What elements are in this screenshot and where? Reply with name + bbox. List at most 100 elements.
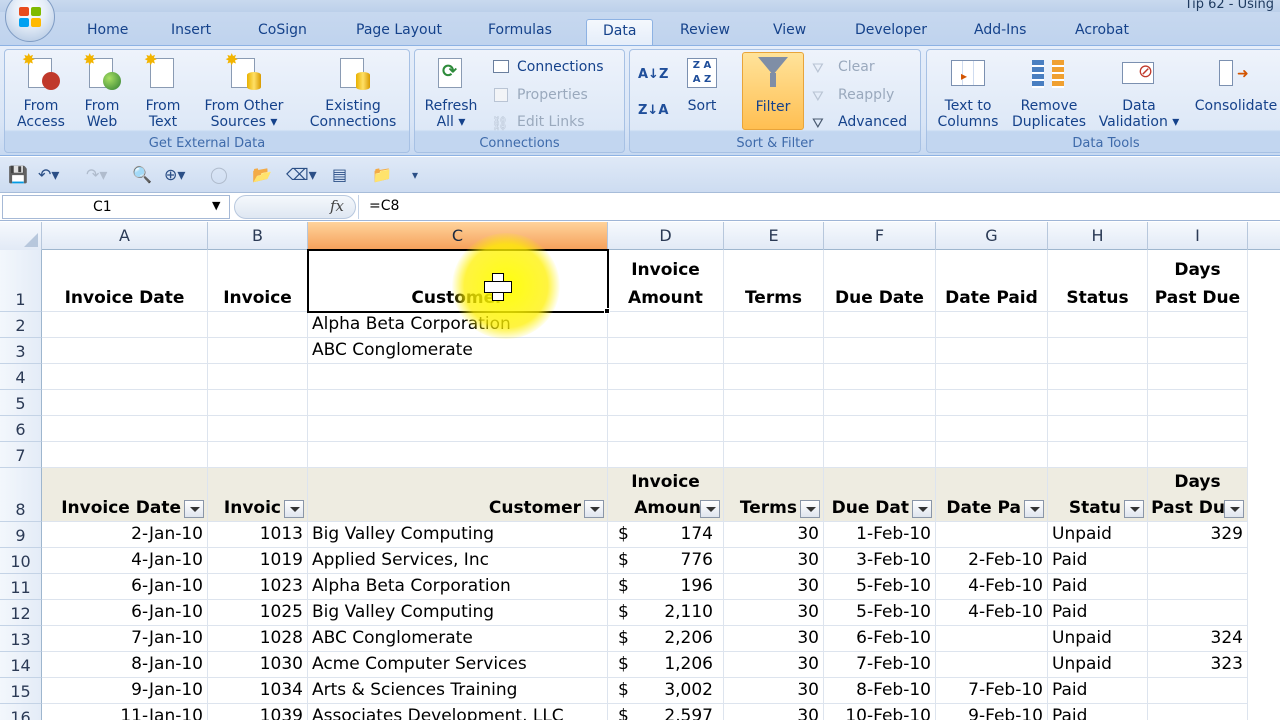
date-paid-cell[interactable]: 2-Feb-10: [936, 548, 1048, 574]
invoice-date-cell[interactable]: 2-Jan-10: [42, 522, 208, 548]
due-date-cell[interactable]: 7-Feb-10: [824, 652, 936, 678]
cell[interactable]: [1048, 416, 1148, 442]
due-date-cell[interactable]: 10-Feb-10: [824, 704, 936, 720]
due-date-cell[interactable]: 6-Feb-10: [824, 626, 936, 652]
filter-dropdown-icon[interactable]: [1124, 500, 1144, 518]
date-paid-cell[interactable]: [936, 626, 1048, 652]
clear-filter-button[interactable]: ⛛ Clear: [812, 56, 875, 78]
invoice-number-cell[interactable]: 1039: [208, 704, 308, 720]
insert-function-icon[interactable]: fx: [330, 197, 344, 215]
filter-dropdown-icon[interactable]: [700, 500, 720, 518]
edit-links-button[interactable]: ⛓ Edit Links: [491, 111, 585, 133]
cell[interactable]: [208, 442, 308, 468]
customer-cell[interactable]: Applied Services, Inc: [308, 548, 608, 574]
cell[interactable]: [1148, 364, 1248, 390]
cell[interactable]: [208, 390, 308, 416]
cell[interactable]: [308, 364, 608, 390]
amount-cell[interactable]: $2,110: [608, 600, 724, 626]
cell[interactable]: [208, 312, 308, 338]
days-past-due-cell[interactable]: [1148, 704, 1248, 720]
customer-cell[interactable]: Big Valley Computing: [308, 522, 608, 548]
row-header-4[interactable]: 4: [0, 364, 42, 390]
binoculars-icon[interactable]: ⊕▾: [164, 165, 185, 185]
header-cell-f[interactable]: Due Date: [824, 250, 936, 312]
save-icon[interactable]: 💾: [8, 165, 28, 185]
row-header-2[interactable]: 2: [0, 312, 42, 338]
status-cell[interactable]: Paid: [1048, 704, 1148, 720]
row-header-6[interactable]: 6: [0, 416, 42, 442]
row-header-13[interactable]: 13: [0, 626, 42, 652]
cell[interactable]: [936, 338, 1048, 364]
invoice-number-cell[interactable]: 1025: [208, 600, 308, 626]
column-header-d[interactable]: D: [608, 222, 724, 250]
from-text-button[interactable]: ✸ From Text: [139, 52, 187, 131]
cell[interactable]: [824, 338, 936, 364]
column-header-c[interactable]: C: [308, 222, 608, 250]
invoice-date-cell[interactable]: 8-Jan-10: [42, 652, 208, 678]
invoice-date-cell[interactable]: 6-Jan-10: [42, 600, 208, 626]
invoice-number-cell[interactable]: 1013: [208, 522, 308, 548]
cell[interactable]: [724, 364, 824, 390]
cell[interactable]: [608, 312, 724, 338]
terms-cell[interactable]: 30: [724, 678, 824, 704]
column-header-h[interactable]: H: [1048, 222, 1148, 250]
filter-dropdown-icon[interactable]: [800, 500, 820, 518]
cell[interactable]: [608, 364, 724, 390]
days-past-due-cell[interactable]: [1148, 574, 1248, 600]
amount-cell[interactable]: $1,206: [608, 652, 724, 678]
cell[interactable]: [42, 416, 208, 442]
row-header-12[interactable]: 12: [0, 600, 42, 626]
cell[interactable]: [308, 442, 608, 468]
column-header-f[interactable]: F: [824, 222, 936, 250]
print-preview-icon[interactable]: 🔍: [132, 165, 152, 185]
cell[interactable]: [1048, 390, 1148, 416]
row-header-7[interactable]: 7: [0, 442, 42, 468]
cell[interactable]: [1048, 364, 1148, 390]
header-cell-e[interactable]: Terms: [724, 250, 824, 312]
select-all-corner[interactable]: [0, 222, 42, 250]
fill-handle[interactable]: [604, 308, 610, 314]
cell[interactable]: [936, 416, 1048, 442]
header-cell-d[interactable]: Invoice Amount: [608, 250, 724, 312]
cell[interactable]: [936, 312, 1048, 338]
cell[interactable]: [1048, 338, 1148, 364]
customize-toolbar-icon[interactable]: ▾: [412, 165, 418, 185]
cell[interactable]: [936, 364, 1048, 390]
terms-cell[interactable]: 30: [724, 574, 824, 600]
folder-icon[interactable]: 📁: [372, 165, 392, 185]
from-access-button[interactable]: ✸ From Access: [13, 52, 69, 131]
status-cell[interactable]: Unpaid: [1048, 652, 1148, 678]
existing-connections-button[interactable]: Existing Connections: [303, 54, 403, 130]
header-cell-g[interactable]: Date Paid: [936, 250, 1048, 312]
row-header-10[interactable]: 10: [0, 548, 42, 574]
invoice-date-cell[interactable]: 4-Jan-10: [42, 548, 208, 574]
days-past-due-cell[interactable]: [1148, 600, 1248, 626]
amount-cell[interactable]: $776: [608, 548, 724, 574]
cell[interactable]: [1148, 416, 1248, 442]
invoice-number-cell[interactable]: 1023: [208, 574, 308, 600]
column-header-i[interactable]: I: [1148, 222, 1248, 250]
row-header-16[interactable]: 16: [0, 704, 42, 720]
filter-dropdown-icon[interactable]: [1024, 500, 1044, 518]
cell[interactable]: [724, 338, 824, 364]
status-cell[interactable]: Unpaid: [1048, 522, 1148, 548]
consolidate-button[interactable]: ➜ Consolidate: [1191, 54, 1280, 114]
cell[interactable]: [608, 390, 724, 416]
invoice-date-cell[interactable]: 7-Jan-10: [42, 626, 208, 652]
filter-button[interactable]: Filter: [742, 52, 804, 130]
customer-cell[interactable]: ABC Conglomerate: [308, 626, 608, 652]
undo-icon[interactable]: ↶▾: [38, 165, 59, 185]
header-cell-b[interactable]: Invoice: [208, 250, 308, 312]
header-cell-c[interactable]: Customer: [308, 468, 608, 522]
reapply-button[interactable]: ⛛ Reapply: [812, 84, 894, 106]
cell[interactable]: [308, 390, 608, 416]
days-past-due-cell[interactable]: [1148, 678, 1248, 704]
cell[interactable]: [42, 364, 208, 390]
cell[interactable]: [1148, 312, 1248, 338]
data-validation-button[interactable]: ⊘ Data Validation ▾: [1097, 54, 1181, 130]
cell[interactable]: [936, 442, 1048, 468]
invoice-number-cell[interactable]: 1034: [208, 678, 308, 704]
name-box-dropdown-icon[interactable]: ▼: [212, 199, 220, 212]
cell[interactable]: [42, 338, 208, 364]
cell[interactable]: [42, 442, 208, 468]
